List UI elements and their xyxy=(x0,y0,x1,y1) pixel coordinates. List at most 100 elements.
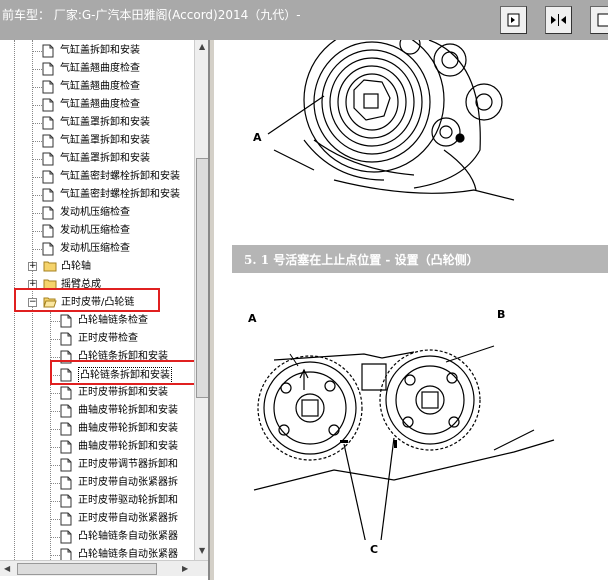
tree-doc-item[interactable]: 正时皮带驱动轮拆卸和 xyxy=(0,492,194,510)
next-page-icon xyxy=(597,13,608,27)
tree-doc-item[interactable]: 发动机压缩检查 xyxy=(0,222,194,240)
tree-item-label: 气缸盖密封螺栓拆卸和安装 xyxy=(60,189,180,200)
tree-doc-item[interactable]: 凸轮轴链条自动张紧器 xyxy=(0,546,194,560)
tree-item-label: 发动机压缩检查 xyxy=(60,207,130,218)
tree-guide-line xyxy=(32,123,42,124)
tree-doc-item[interactable]: 曲轴皮带轮拆卸和安装 xyxy=(0,402,194,420)
tree-doc-item[interactable]: 正时皮带自动张紧器拆 xyxy=(0,474,194,492)
tree-guide-line xyxy=(32,51,42,52)
document-icon xyxy=(60,476,72,490)
document-icon xyxy=(42,80,54,94)
tree-guide-line xyxy=(50,537,60,538)
document-icon xyxy=(60,512,72,526)
folder-icon xyxy=(43,260,57,274)
tree-guide-line xyxy=(32,105,42,106)
tree-guide-line xyxy=(50,501,60,502)
document-icon xyxy=(60,548,72,560)
tree-item-label: 凸轮轴 xyxy=(61,261,91,272)
tree-guide-line xyxy=(32,69,42,70)
tree-guide-line xyxy=(50,555,60,556)
tree-doc-item[interactable]: 发动机压缩检查 xyxy=(0,204,194,222)
tree-item-label: 气缸盖罩拆卸和安装 xyxy=(60,135,150,146)
tree-item-label: 气缸盖密封螺栓拆卸和安装 xyxy=(60,171,180,182)
tree-doc-item[interactable]: 气缸盖罩拆卸和安装 xyxy=(0,114,194,132)
tree-guide-line xyxy=(32,213,42,214)
tree-vertical-scrollbar[interactable]: ▲ ▼ xyxy=(194,40,208,560)
tree-item-label: 凸轮轴链条自动张紧器 xyxy=(78,549,178,560)
tree-guide-line xyxy=(50,393,60,394)
tree-doc-item[interactable]: 气缸盖翘曲度检查 xyxy=(0,60,194,78)
navigation-pane: 气缸盖拆卸和安装 气缸盖翘曲度检查 气缸盖翘曲度检查 气缸盖翘曲度检查 气缸盖罩拆卸和安… xyxy=(0,40,210,580)
bottom-figure-label-b: B xyxy=(497,308,506,321)
document-icon xyxy=(60,440,72,454)
scroll-left-icon[interactable]: ◀ xyxy=(4,564,10,573)
tree-guide-line xyxy=(32,231,42,232)
highlight-box-item xyxy=(50,360,196,385)
document-icon xyxy=(42,206,54,220)
document-icon xyxy=(42,242,54,256)
tree-doc-item[interactable]: 曲轴皮带轮拆卸和安装 xyxy=(0,438,194,456)
tree-guide-line xyxy=(50,312,51,560)
tree-item-label: 曲轴皮带轮拆卸和安装 xyxy=(78,423,178,434)
tree-item-label: 气缸盖拆卸和安装 xyxy=(60,45,140,56)
document-icon xyxy=(60,530,72,544)
tree-item-label: 凸轮轴链条检查 xyxy=(78,315,148,326)
tree-doc-item[interactable]: 气缸盖翘曲度检查 xyxy=(0,78,194,96)
tree-guide-line xyxy=(50,447,60,448)
tree-doc-item[interactable]: 正时皮带检查 xyxy=(0,330,194,348)
top-figure-label-a: A xyxy=(253,131,262,144)
tree-guide-line xyxy=(32,141,42,142)
tree-doc-item[interactable]: 气缸盖密封螺栓拆卸和安装 xyxy=(0,168,194,186)
section-heading: 5. 1 号活塞在上止点位置 - 设置（凸轮侧） xyxy=(244,253,479,267)
fit-page-button[interactable] xyxy=(545,6,572,34)
document-icon xyxy=(42,116,54,130)
tree-doc-item[interactable]: 正时皮带拆卸和安装 xyxy=(0,384,194,402)
tree-doc-item[interactable]: 气缸盖罩拆卸和安装 xyxy=(0,150,194,168)
scroll-right-icon[interactable]: ▶ xyxy=(182,564,188,573)
prev-page-button[interactable] xyxy=(500,6,527,34)
tree-doc-item[interactable]: 气缸盖密封螺栓拆卸和安装 xyxy=(0,186,194,204)
scroll-down-icon[interactable]: ▼ xyxy=(199,546,205,555)
crank-pulley-illustration xyxy=(267,40,515,201)
tree-doc-item[interactable]: 正时皮带自动张紧器拆 xyxy=(0,510,194,528)
tree-item-label: 气缸盖罩拆卸和安装 xyxy=(60,117,150,128)
tree-item-label: 气缸盖翘曲度检查 xyxy=(60,81,140,92)
tree-doc-item[interactable]: 凸轮轴链条检查 xyxy=(0,312,194,330)
tree-doc-item[interactable]: 发动机压缩检查 xyxy=(0,240,194,258)
document-icon xyxy=(60,458,72,472)
tree-guide-line xyxy=(50,483,60,484)
highlight-box-folder xyxy=(14,288,160,312)
tree-doc-item[interactable]: 气缸盖拆卸和安装 xyxy=(0,42,194,60)
document-icon xyxy=(42,170,54,184)
tree-guide-line xyxy=(50,321,60,322)
tree-item-label: 正时皮带检查 xyxy=(78,333,138,344)
tree-guide-line xyxy=(50,429,60,430)
document-icon xyxy=(60,422,72,436)
tree-item-label: 发动机压缩检查 xyxy=(60,225,130,236)
tree-doc-item[interactable]: 气缸盖罩拆卸和安装 xyxy=(0,132,194,150)
document-icon xyxy=(42,152,54,166)
tree-folder-item[interactable]: + 凸轮轴 xyxy=(0,258,194,276)
cam-timing-illustration xyxy=(253,345,555,540)
section-heading-bar: 5. 1 号活塞在上止点位置 - 设置（凸轮侧） xyxy=(232,245,608,273)
vertical-scroll-thumb[interactable] xyxy=(196,158,208,398)
scroll-up-icon[interactable]: ▲ xyxy=(199,42,205,51)
next-page-button[interactable] xyxy=(590,6,608,34)
expand-toggle-icon[interactable]: + xyxy=(28,262,37,271)
tree-doc-item[interactable]: 凸轮轴链条自动张紧器 xyxy=(0,528,194,546)
prev-page-icon xyxy=(507,13,520,27)
tree-doc-item[interactable]: 曲轴皮带轮拆卸和安装 xyxy=(0,420,194,438)
tree-doc-item[interactable]: 气缸盖翘曲度检查 xyxy=(0,96,194,114)
tree-item-label: 气缸盖翘曲度检查 xyxy=(60,63,140,74)
tree-item-label: 正时皮带拆卸和安装 xyxy=(78,387,168,398)
tree-item-label: 气缸盖罩拆卸和安装 xyxy=(60,153,150,164)
tree-horizontal-scrollbar[interactable]: ◀ ▶ xyxy=(0,560,208,576)
horizontal-scroll-thumb[interactable] xyxy=(17,563,157,575)
window-title: 前车型： 厂家:G-广汽本田雅阁(Accord)2014（九代）- xyxy=(2,8,301,22)
document-icon xyxy=(60,494,72,508)
tree-item-label: 发动机压缩检查 xyxy=(60,243,130,254)
document-icon xyxy=(42,224,54,238)
tree-guide-line xyxy=(50,357,60,358)
tree-doc-item[interactable]: 正时皮带调节器拆卸和 xyxy=(0,456,194,474)
tree-guide-line xyxy=(32,159,42,160)
